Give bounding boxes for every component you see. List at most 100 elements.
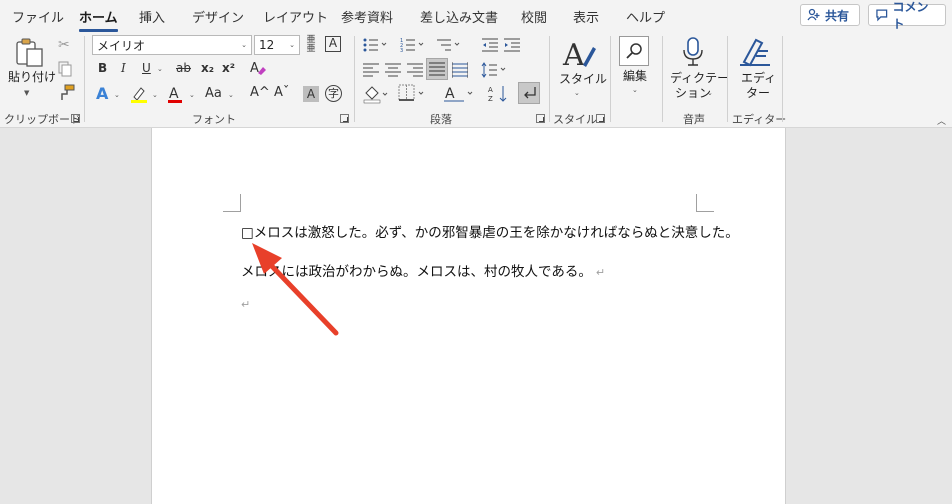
paste-dropdown-icon[interactable]: ▼ [24,90,29,97]
voice-group-label: 音声 [683,113,705,126]
chevron-down-icon: ⌄ [289,41,295,49]
sort-icon[interactable]: AZ [488,84,510,104]
editor-group-label: エディター [732,113,787,126]
align-right-icon[interactable] [407,62,423,78]
svg-text:A: A [169,86,179,102]
font-launcher-icon[interactable] [340,114,349,123]
numbering-icon[interactable]: 1 2 3 [400,37,430,53]
italic-icon[interactable]: I [121,62,126,74]
shading-icon[interactable] [363,84,389,104]
line-spacing-icon[interactable] [481,62,511,78]
tab-view[interactable]: 表示 [573,7,599,26]
separator [354,36,355,122]
collapse-ribbon-icon[interactable]: ︿ [937,114,946,127]
phonetic-guide-icon[interactable]: 亜亜 [306,36,316,54]
multilevel-list-icon[interactable] [437,37,467,53]
font-group-label: フォント [192,113,236,126]
tab-layout[interactable]: レイアウト [263,7,328,26]
microphone-icon[interactable] [682,37,704,67]
justify-button[interactable] [426,58,448,80]
search-icon [626,43,642,59]
grow-font-icon[interactable]: A^ [250,86,270,99]
increase-indent-icon[interactable] [504,37,520,53]
separator [662,36,663,122]
highlight-dropdown-icon[interactable]: ⌄ [152,92,158,99]
tab-file[interactable]: ファイル [12,7,64,26]
document-line-3[interactable]: ↵ [241,296,250,312]
comment-icon [876,9,888,22]
tab-home[interactable]: ホーム [79,7,118,32]
show-marks-button[interactable] [518,82,540,104]
tab-insert[interactable]: 挿入 [139,7,165,26]
underline-icon[interactable]: U [142,62,151,74]
tab-design[interactable]: デザイン [192,7,244,26]
svg-text:A: A [445,86,455,102]
clipboard-group-label: クリップボード [4,113,81,126]
editing-label[interactable]: 編集 [623,69,647,84]
text-effect-dropdown-icon[interactable]: ⌄ [114,92,120,99]
separator [782,36,783,122]
cut-icon[interactable]: ✂ [58,38,70,52]
document-line-1[interactable]: □メロスは激怒した。必ず、かの邪智暴虐の王を除かなければならぬと決意した。 [241,221,739,241]
bold-icon[interactable]: B [98,62,107,74]
borders-icon[interactable] [398,84,428,102]
align-left-icon[interactable] [363,62,379,78]
paragraph-mark-icon: ↵ [595,266,606,279]
char-border-icon[interactable]: A [325,36,341,52]
separator [84,36,85,122]
svg-text:A: A [488,86,493,94]
share-button[interactable]: 共有 [800,4,860,26]
document-line-1-text: □メロスは激怒した。必ず、かの邪智暴虐の王を除かなければならぬと決意した。 [241,225,739,241]
styles-label[interactable]: スタイル [559,72,607,87]
decrease-indent-icon[interactable] [482,37,498,53]
document-page[interactable] [151,128,786,504]
tab-mailings[interactable]: 差し込み文書 [420,7,498,26]
paste-icon[interactable] [14,38,46,68]
paste-label[interactable]: 貼り付け [8,70,56,85]
dictate-dropdown-icon[interactable]: ⌄ [707,90,713,97]
font-size-combo[interactable]: 12 ⌄ [254,35,300,55]
paragraph-launcher-icon[interactable] [536,114,545,123]
separator [610,36,611,122]
copy-icon[interactable] [57,61,73,77]
font-color-icon[interactable]: A [166,84,184,104]
font-color-dropdown-icon[interactable]: ⌄ [189,92,195,99]
superscript-icon[interactable]: x² [222,62,235,74]
editing-button-frame[interactable] [619,36,649,66]
clipboard-launcher-icon[interactable] [71,114,80,123]
styles-launcher-icon[interactable] [596,114,605,123]
document-line-2[interactable]: メロスには政治がわからぬ。メロスは、村の牧人である。 ↵ [241,260,605,280]
change-case-icon[interactable]: Aa [205,87,222,100]
clear-formatting-icon[interactable]: A [249,59,267,77]
format-painter-icon[interactable] [57,84,75,102]
tab-review[interactable]: 校閲 [521,7,547,26]
dictate-label-1[interactable]: ディクテー [670,71,729,86]
comment-button[interactable]: コメント [868,0,946,31]
editor-icon[interactable] [738,36,772,68]
tab-help[interactable]: ヘルプ [626,7,665,26]
strikethrough-icon[interactable]: ab [176,62,191,74]
change-case-dropdown-icon[interactable]: ⌄ [228,92,234,99]
share-label: 共有 [825,8,850,23]
styles-dropdown-icon[interactable]: ⌄ [574,90,580,97]
dictate-label-2[interactable]: ション [675,86,711,101]
styles-icon[interactable]: A [561,37,597,71]
align-center-icon[interactable] [385,62,401,78]
distributed-icon[interactable] [452,62,468,78]
share-icon [807,8,820,21]
editor-label-1[interactable]: エディ [741,71,776,86]
char-shading-icon[interactable]: A [303,86,319,102]
subscript-icon[interactable]: x₂ [201,62,214,74]
underline-dropdown-icon[interactable]: ⌄ [157,66,163,73]
highlight-icon[interactable] [129,84,149,104]
svg-text:Z: Z [488,95,493,103]
enclose-char-icon[interactable]: 字 [325,85,342,102]
editing-dropdown-icon[interactable]: ⌄ [632,87,638,94]
asian-layout-icon[interactable]: A [443,84,477,104]
tab-references[interactable]: 参考資料 [341,7,393,26]
editor-label-2[interactable]: ター [746,86,770,101]
shrink-font-icon[interactable]: Aˇ [274,86,289,99]
document-line-2-text: メロスには政治がわからぬ。メロスは、村の牧人である。 [241,264,592,280]
text-effect-icon[interactable]: A [96,86,108,102]
font-name-combo[interactable]: メイリオ ⌄ [92,35,252,55]
